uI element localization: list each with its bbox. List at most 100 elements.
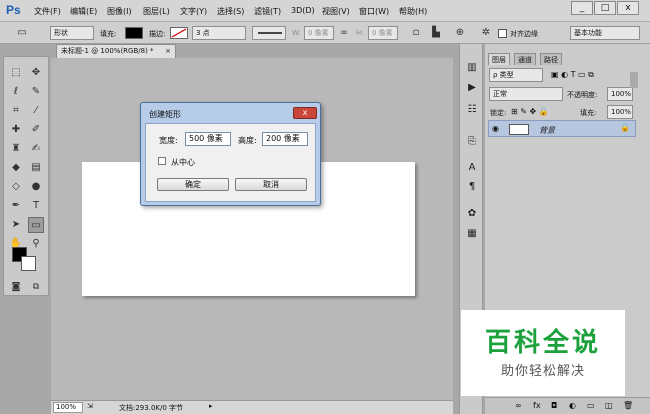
pen-tool-icon[interactable]: ✒	[8, 198, 24, 214]
blur-tool-icon[interactable]: ◇	[8, 179, 24, 195]
type-tool-icon[interactable]: T	[28, 198, 44, 214]
opacity-input[interactable]: 100%	[607, 87, 633, 101]
visibility-eye-icon[interactable]: ◉	[492, 124, 499, 133]
fill-label: 填充:	[580, 109, 597, 117]
dodge-tool-icon[interactable]: ●	[28, 179, 44, 195]
new-layer-icon[interactable]: ◫	[605, 401, 613, 410]
adjustment-icon[interactable]: ◐	[569, 401, 576, 410]
from-center-checkbox[interactable]	[158, 157, 166, 165]
align-edges-label: 对齐边缘	[510, 30, 538, 38]
width-input[interactable]: 0 像素	[304, 26, 334, 40]
menu-layer[interactable]: 图层(L)	[143, 6, 170, 17]
workspace-select[interactable]: 基本功能	[570, 26, 640, 40]
height-input[interactable]: 0 像素	[368, 26, 398, 40]
gear-icon[interactable]: ✲	[478, 25, 494, 41]
width-label: 宽度:	[159, 136, 178, 145]
from-center-label: 从中心	[171, 158, 195, 167]
dialog-width-input[interactable]: 500 像素	[185, 132, 231, 146]
marquee-tool-icon[interactable]: ⬚	[8, 65, 24, 81]
swatches-panel-icon[interactable]: ▦	[464, 226, 480, 242]
move-tool-icon[interactable]: ✥	[28, 65, 44, 81]
quick-select-tool-icon[interactable]: ✎	[28, 84, 44, 100]
layers-bottom-bar: ∞ fx ◘ ◐ ▭ ◫ 🗑	[485, 397, 650, 414]
stroke-size-select[interactable]: 3 点	[192, 26, 246, 40]
character-panel-icon[interactable]: A	[464, 160, 480, 176]
opacity-label: 不透明度:	[567, 91, 598, 99]
menu-select[interactable]: 选择(S)	[217, 6, 244, 17]
trash-icon[interactable]: 🗑	[623, 401, 633, 410]
menu-file[interactable]: 文件(F)	[34, 6, 61, 17]
path-arrangement-icon[interactable]: ⊕	[452, 25, 468, 41]
zoom-tool-icon[interactable]: ⚲	[28, 236, 44, 252]
tab-channels[interactable]: 通道	[514, 53, 536, 65]
path-alignment-icon[interactable]: ▙	[428, 25, 444, 41]
background-color-swatch[interactable]	[21, 256, 36, 271]
path-operations-icon[interactable]: ▫	[408, 25, 424, 41]
fill-swatch[interactable]	[125, 27, 143, 39]
mask-icon[interactable]: ◘	[551, 401, 557, 410]
close-window-button[interactable]: x	[617, 1, 639, 15]
stroke-swatch[interactable]	[170, 27, 188, 39]
clone-stamp-tool-icon[interactable]: ♜	[8, 141, 24, 157]
eyedropper-tool-icon[interactable]: ⁄	[28, 103, 44, 119]
cancel-button[interactable]: 取消	[235, 178, 307, 191]
dialog-close-button[interactable]: x	[293, 107, 317, 119]
fill-input[interactable]: 100%	[607, 105, 633, 119]
paragraph-panel-icon[interactable]: ¶	[464, 179, 480, 195]
folder-icon[interactable]: ▭	[587, 401, 595, 410]
menu-help[interactable]: 帮助(H)	[399, 6, 427, 17]
close-tab-icon[interactable]: ×	[165, 45, 171, 57]
menu-3d[interactable]: 3D(D)	[291, 6, 315, 15]
shape-mode-select[interactable]: 形状	[50, 26, 94, 40]
menu-filter[interactable]: 滤镜(T)	[254, 6, 281, 17]
color-panel-icon[interactable]: ✿	[464, 206, 480, 222]
properties-panel-icon[interactable]: ☷	[464, 102, 480, 118]
align-edges-checkbox[interactable]	[498, 29, 507, 38]
gradient-tool-icon[interactable]: ▤	[28, 160, 44, 176]
link-dimensions-icon[interactable]: ∞	[336, 25, 352, 41]
status-bar: 100% ⇲ 文档:293.0K/0 字节 ▸	[51, 400, 453, 414]
path-select-tool-icon[interactable]: ➤	[8, 217, 24, 233]
history-brush-tool-icon[interactable]: ✍	[28, 141, 44, 157]
rectangle-tool-preset-icon[interactable]: ▭	[14, 25, 30, 41]
menu-window[interactable]: 窗口(W)	[359, 6, 389, 17]
status-menu-arrow-icon[interactable]: ▸	[209, 402, 213, 410]
eraser-tool-icon[interactable]: ◆	[8, 160, 24, 176]
no-stroke-icon	[171, 28, 187, 38]
dialog-height-input[interactable]: 200 像素	[262, 132, 308, 146]
clone-source-panel-icon[interactable]: ⎘	[464, 134, 480, 150]
menu-type[interactable]: 文字(Y)	[180, 6, 207, 17]
layer-name: 背景	[539, 126, 555, 135]
rectangle-tool-icon[interactable]: ▭	[28, 217, 44, 233]
lasso-tool-icon[interactable]: ℓ	[8, 84, 24, 100]
menu-view[interactable]: 视图(V)	[322, 6, 350, 17]
quick-mask-icon[interactable]: ◙	[8, 279, 24, 295]
tab-layers[interactable]: 图层	[488, 53, 510, 65]
screen-mode-icon[interactable]: ⧉	[28, 279, 44, 295]
actions-play-icon[interactable]: ▶	[464, 80, 480, 96]
crop-tool-icon[interactable]: ⌗	[8, 103, 24, 119]
link-icon[interactable]: ∞	[515, 401, 522, 410]
layer-filter-select[interactable]: ρ 类型	[489, 68, 543, 82]
maximize-button[interactable]: □	[594, 1, 616, 15]
stroke-type-select[interactable]	[252, 26, 286, 40]
zoom-field[interactable]: 100%	[53, 402, 83, 413]
tab-paths[interactable]: 路径	[540, 53, 562, 65]
lock-icon: 🔒	[620, 123, 630, 132]
filter-icons[interactable]: ▣ ◐ T ▭ ⧉	[551, 70, 594, 80]
filter-toggle[interactable]	[630, 72, 638, 88]
ok-button[interactable]: 确定	[157, 178, 229, 191]
watermark-subtitle: 助你轻松解决	[500, 364, 585, 379]
history-panel-icon[interactable]: ▥	[464, 60, 480, 76]
menu-image[interactable]: 图像(I)	[107, 6, 132, 17]
document-tab[interactable]: 未标题-1 @ 100%(RGB/8) * ×	[56, 44, 176, 58]
minimize-button[interactable]: _	[571, 1, 593, 15]
healing-brush-tool-icon[interactable]: ✚	[8, 122, 24, 138]
blend-mode-select[interactable]: 正常	[489, 87, 563, 101]
menu-edit[interactable]: 编辑(E)	[70, 6, 97, 17]
brush-tool-icon[interactable]: ✐	[28, 122, 44, 138]
lock-icons[interactable]: ⊞ ✎ ✥ 🔒	[511, 107, 549, 116]
fx-icon[interactable]: fx	[533, 401, 541, 410]
export-icon[interactable]: ⇲	[87, 402, 93, 410]
layer-row-background[interactable]: ◉ 背景 🔒	[488, 120, 636, 137]
